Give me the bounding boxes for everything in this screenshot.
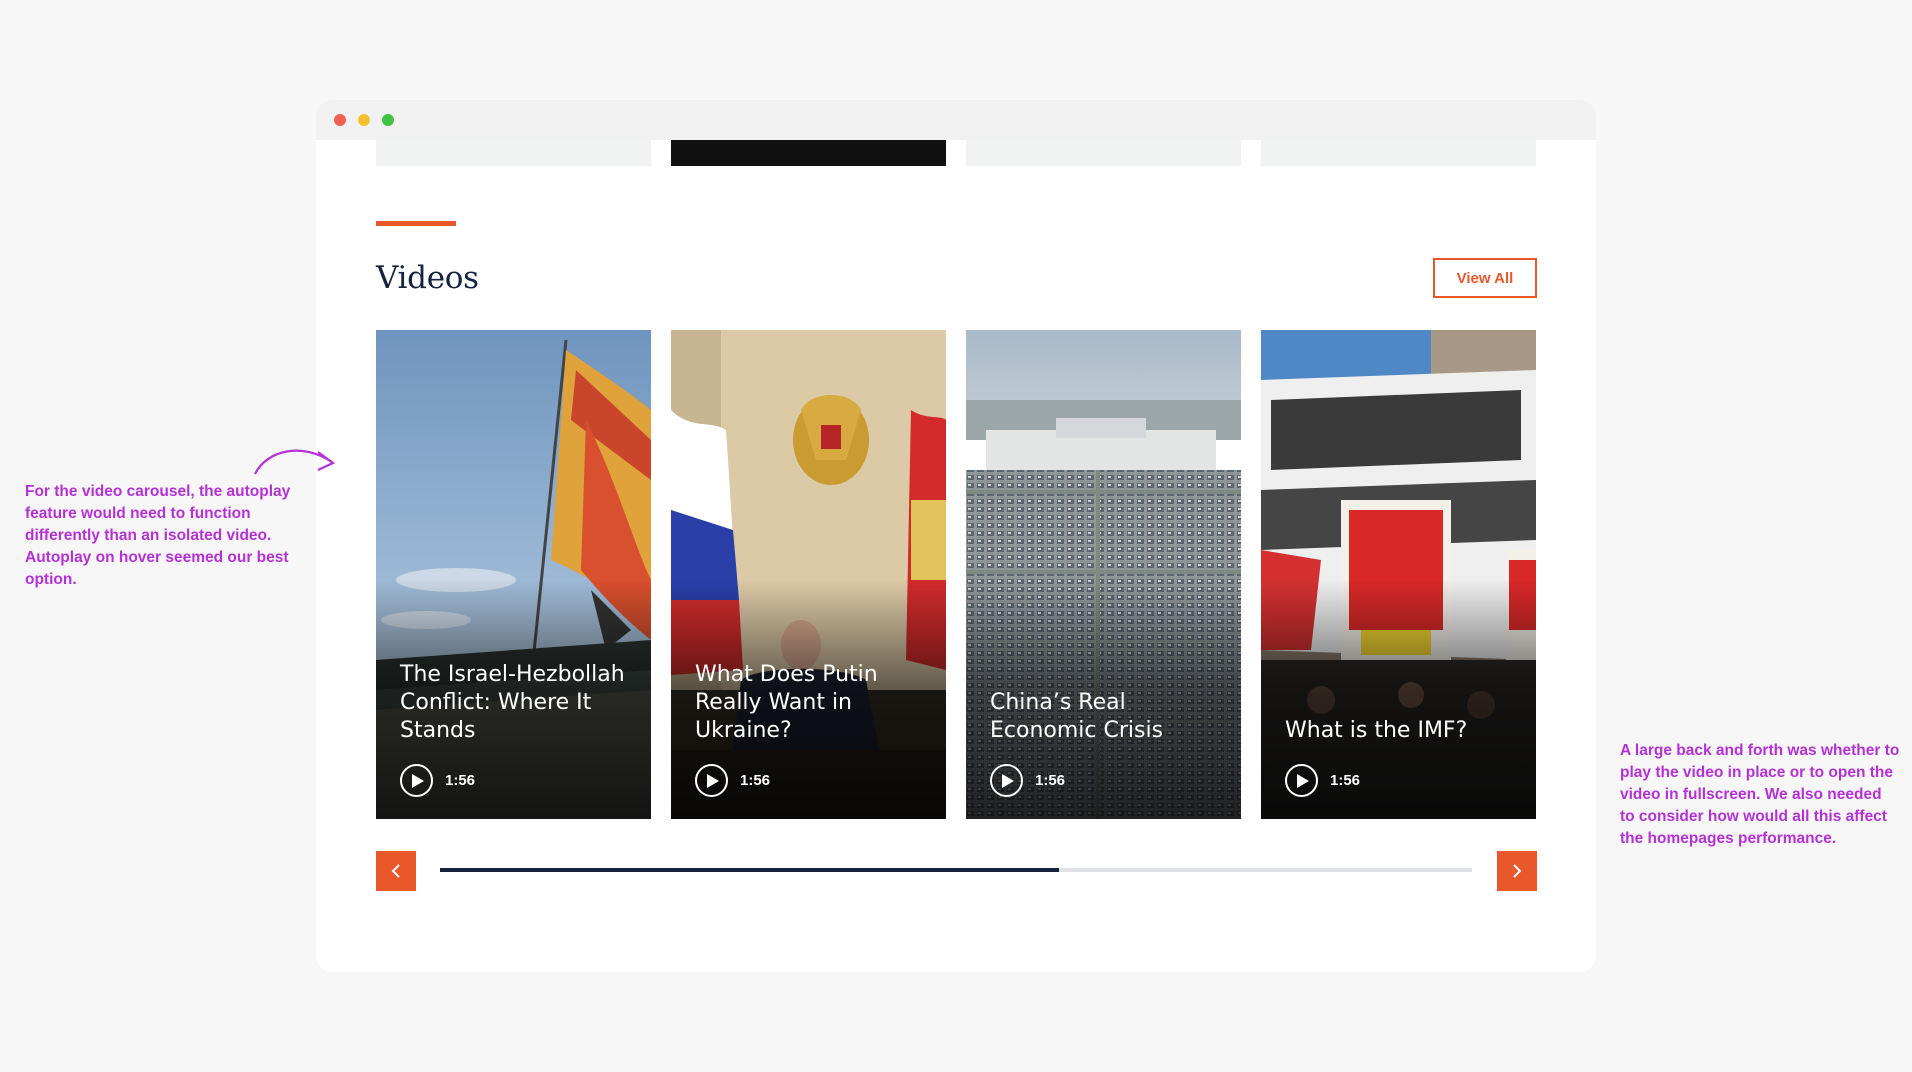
video-title[interactable]: The Israel-Hezbollah Conflict: Where It … [400,661,631,745]
play-icon[interactable] [990,764,1023,797]
video-duration: 1:56 [740,772,771,789]
video-duration: 1:56 [1035,772,1066,789]
video-card[interactable]: What Does Putin Really Want in Ukraine? … [671,330,946,819]
carousel-progress-fill [440,868,1060,872]
window-titlebar [316,100,1596,140]
view-all-button[interactable]: View All [1433,258,1537,298]
video-title[interactable]: China’s Real Economic Crisis [990,689,1221,745]
video-title[interactable]: What Does Putin Really Want in Ukraine? [695,661,926,745]
minimize-window-dot[interactable] [358,114,370,126]
section-accent-rule [376,221,456,226]
previous-section-card [376,140,651,166]
play-icon[interactable] [695,764,728,797]
previous-section-card [966,140,1241,166]
video-card[interactable]: China’s Real Economic Crisis 1:56 [966,330,1241,819]
close-window-dot[interactable] [334,114,346,126]
chevron-left-icon [391,864,400,878]
previous-section-card [671,140,946,166]
previous-section-card [1261,140,1536,166]
carousel-prev-button[interactable] [376,851,416,891]
carousel-next-button[interactable] [1497,851,1537,891]
maximize-window-dot[interactable] [382,114,394,126]
play-icon[interactable] [1285,764,1318,797]
annotation-arrow-icon [254,449,336,475]
video-meta: 1:56 [400,764,475,797]
annotation-left: For the video carousel, the autoplay fea… [25,483,291,588]
video-duration: 1:56 [445,772,476,789]
carousel-progress-track[interactable] [440,868,1472,872]
video-card[interactable]: What is the IMF? 1:56 [1261,330,1536,819]
video-meta: 1:56 [990,764,1065,797]
annotation-right: A large back and forth was whether to pl… [1620,742,1900,847]
video-meta: 1:56 [1285,764,1360,797]
section-title: Videos [376,260,479,296]
chevron-right-icon [1513,864,1522,878]
browser-window: Videos View All The Israel-Hezbollah Con… [316,100,1596,972]
video-title[interactable]: What is the IMF? [1285,717,1516,745]
video-meta: 1:56 [695,764,770,797]
play-icon[interactable] [400,764,433,797]
video-duration: 1:56 [1330,772,1361,789]
video-card[interactable]: The Israel-Hezbollah Conflict: Where It … [376,330,651,819]
